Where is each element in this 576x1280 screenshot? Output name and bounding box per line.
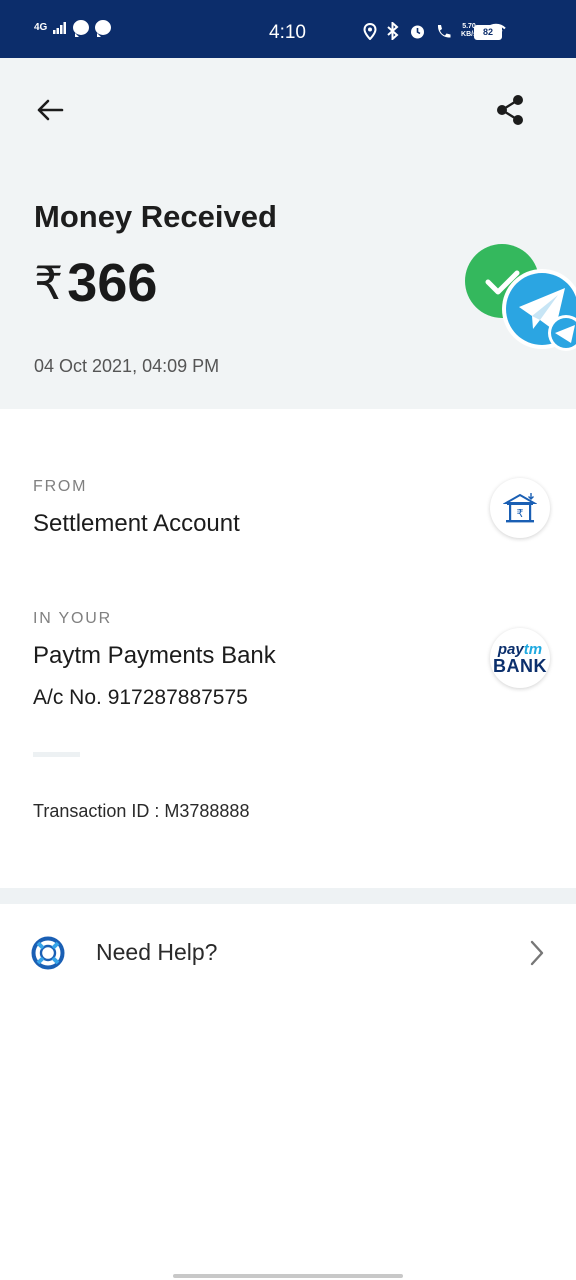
need-help-row[interactable]: Need Help? xyxy=(0,905,576,1005)
message-bubble-icon xyxy=(73,20,90,37)
share-icon xyxy=(497,95,523,125)
bank-name: Paytm Payments Bank xyxy=(33,642,276,669)
chevron-right-icon xyxy=(530,940,544,966)
transaction-datetime: 04 Oct 2021, 04:09 PM xyxy=(34,356,220,376)
need-help-label: Need Help? xyxy=(96,939,218,965)
chat-bubble-icon xyxy=(95,20,112,37)
settlement-logo: ₹ xyxy=(490,478,550,538)
location-icon xyxy=(363,22,377,40)
amount-display: ₹ 366 xyxy=(34,253,157,313)
currency-symbol: ₹ xyxy=(34,257,64,309)
back-button[interactable] xyxy=(30,90,70,130)
from-account-name: Settlement Account xyxy=(33,510,240,537)
network-type: 4G xyxy=(34,21,48,33)
paytm-bank-logo: paytm BANK xyxy=(490,628,550,688)
amount-value: 366 xyxy=(67,253,158,313)
home-indicator[interactable] xyxy=(173,1274,403,1278)
battery-indicator: 82 xyxy=(474,25,502,40)
status-bar: 4G 4:10 5.70 KB/s 82 xyxy=(0,0,576,58)
bank-building-icon: ₹ xyxy=(503,493,537,523)
transaction-id[interactable]: Transaction ID : M3788888 xyxy=(33,801,249,822)
wifi-calling-icon xyxy=(438,24,451,38)
transaction-header: Money Received ₹ 366 04 Oct 2021, 04:09 … xyxy=(0,58,576,409)
page-title: Money Received xyxy=(34,199,277,234)
account-number: A/c No. 917287887575 xyxy=(33,686,248,709)
svg-text:₹: ₹ xyxy=(517,507,524,520)
divider-short xyxy=(33,752,80,757)
arrow-left-icon xyxy=(37,99,64,121)
signal-icon xyxy=(53,21,67,34)
share-button[interactable] xyxy=(490,90,530,130)
to-label: IN YOUR xyxy=(33,610,112,627)
section-divider xyxy=(0,888,576,904)
lifebuoy-icon xyxy=(31,936,65,970)
bluetooth-icon xyxy=(387,22,399,40)
from-label: FROM xyxy=(33,478,88,495)
alarm-icon xyxy=(411,25,425,38)
success-badge xyxy=(465,244,576,351)
paytm-logo-top: paytm xyxy=(497,640,543,658)
paytm-logo-bottom: BANK xyxy=(493,655,547,676)
status-time: 4:10 xyxy=(269,22,306,43)
status-left-icons: 4G xyxy=(34,20,112,37)
